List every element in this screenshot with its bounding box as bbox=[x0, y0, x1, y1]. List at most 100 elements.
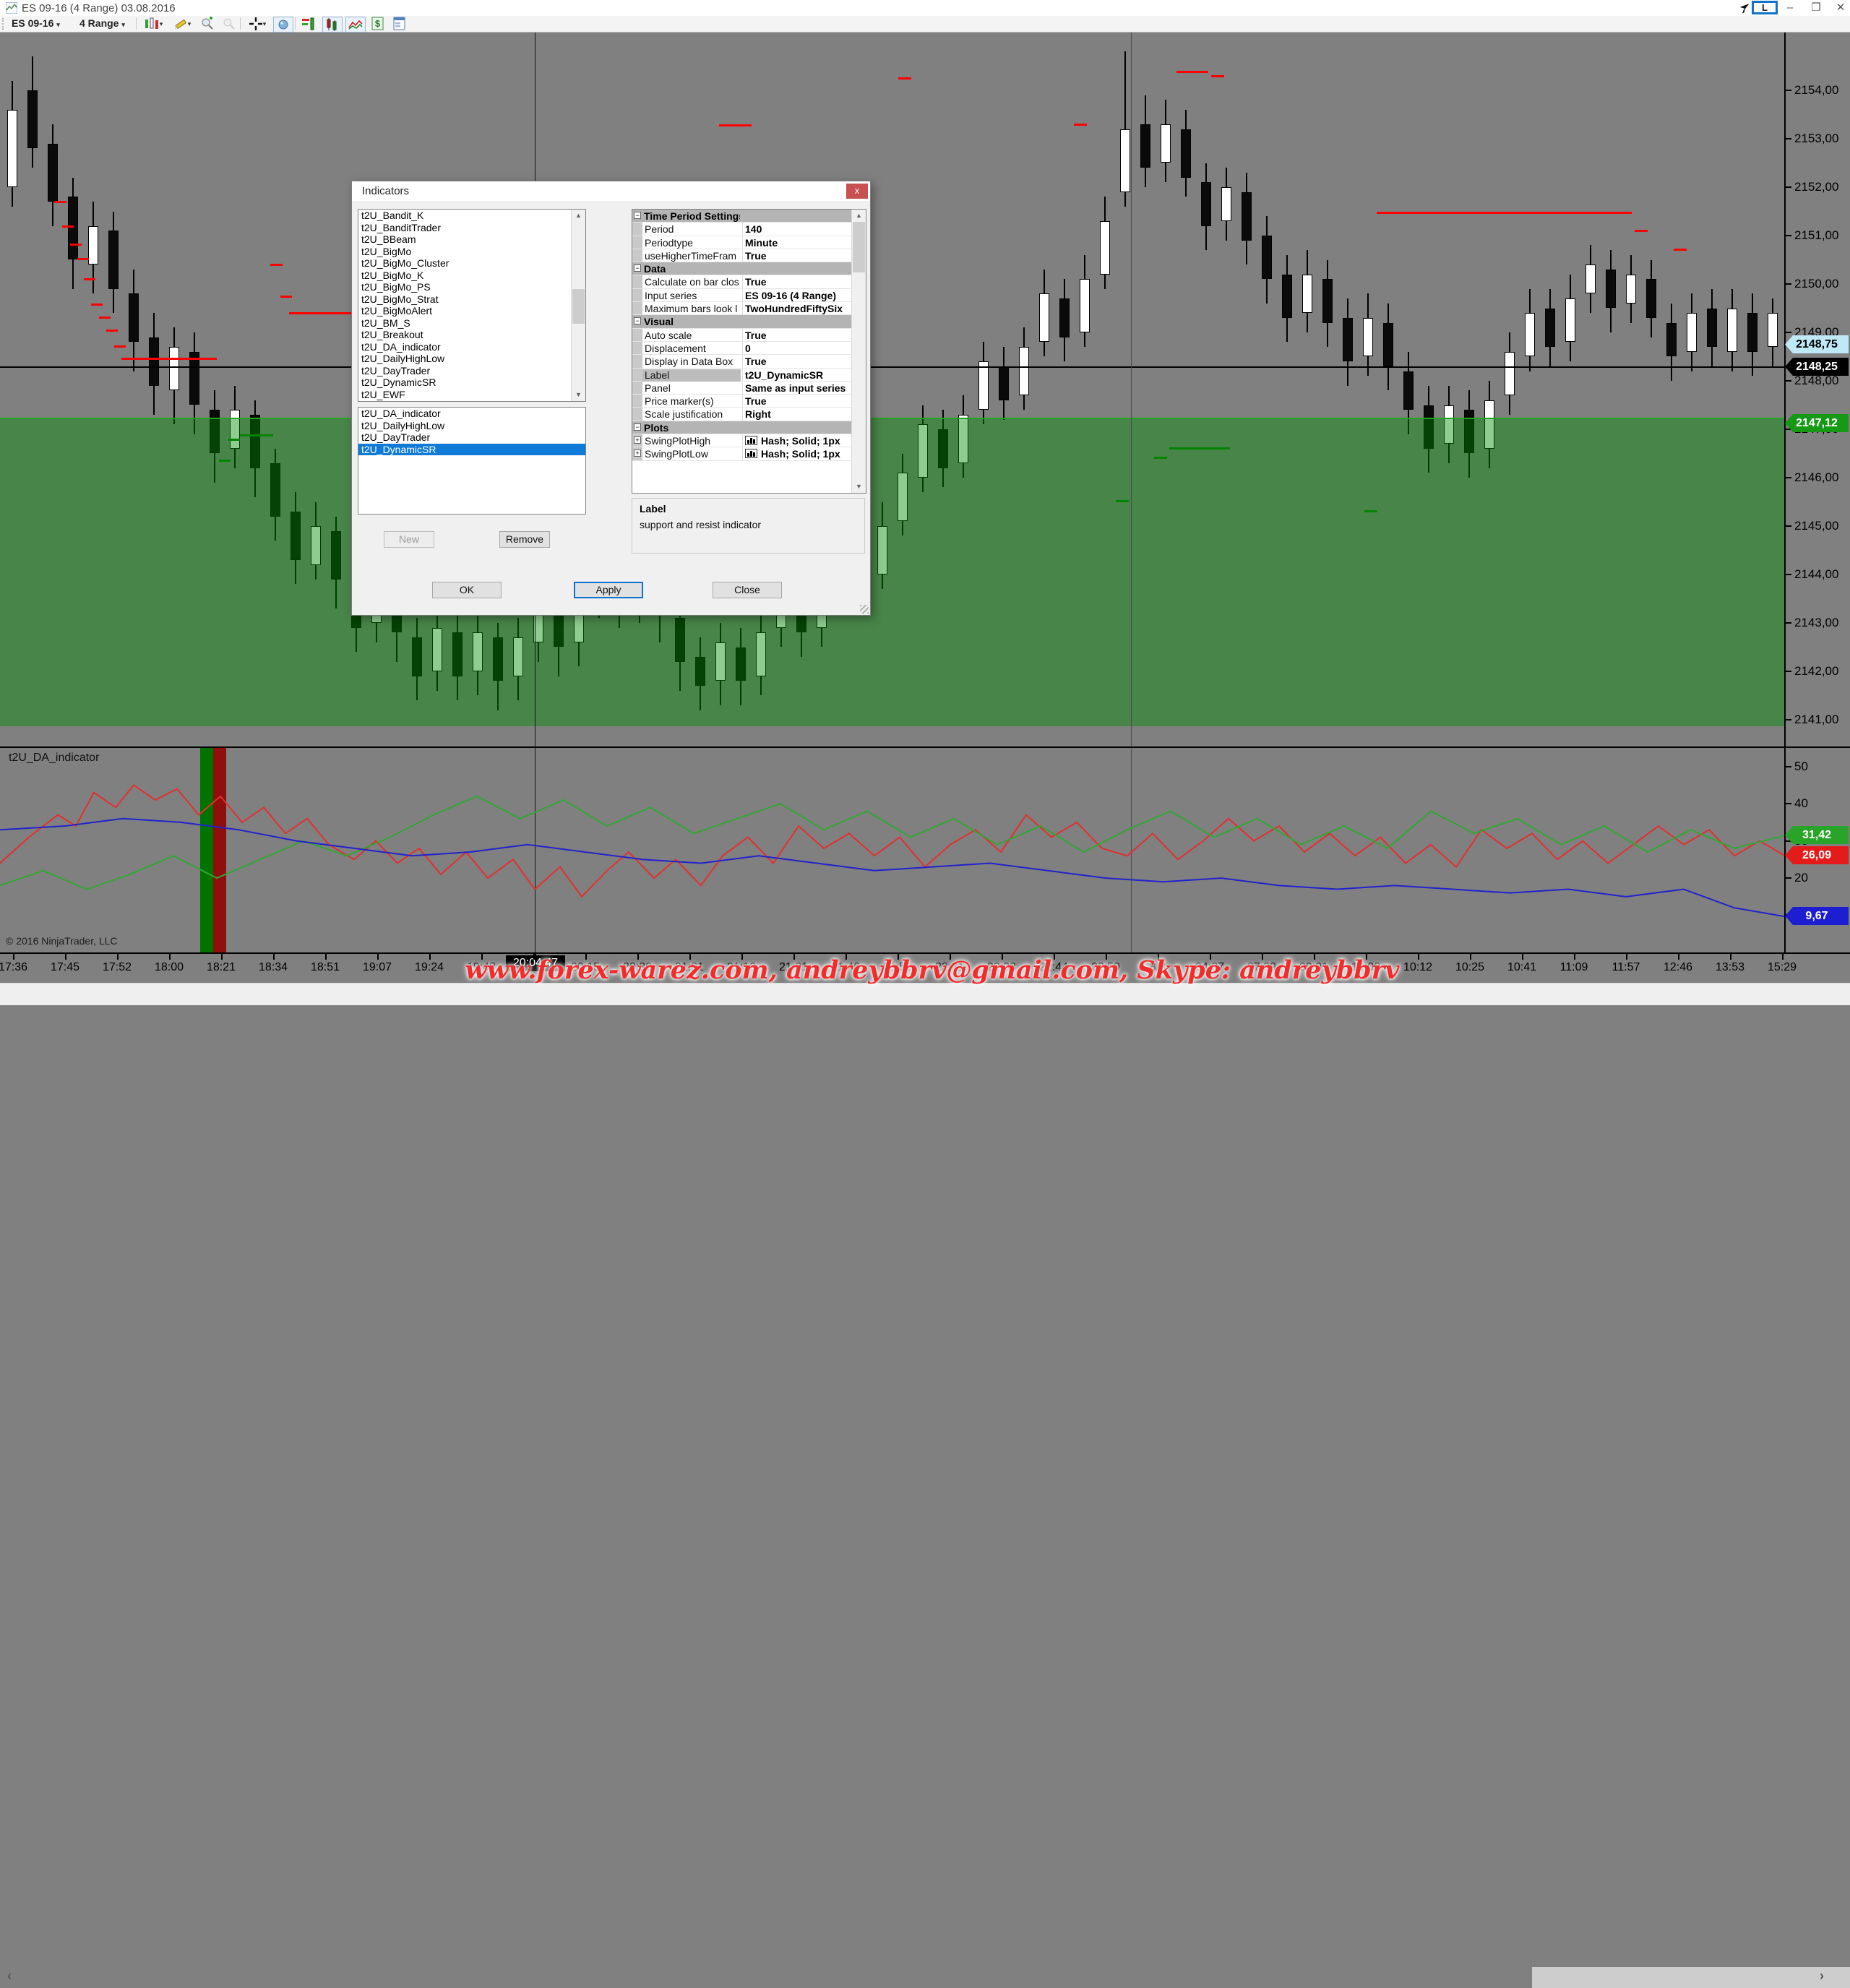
close-window-icon[interactable]: ✕ bbox=[1830, 0, 1850, 15]
expand-icon[interactable]: + bbox=[634, 436, 641, 444]
data-grid-button[interactable] bbox=[390, 17, 409, 31]
candle bbox=[1201, 182, 1211, 225]
property-row[interactable]: Labelt2U_DynamicSR bbox=[632, 369, 851, 382]
selected-indicator-item[interactable]: t2U_DailyHighLow bbox=[358, 420, 585, 432]
collapse-icon[interactable]: − bbox=[634, 423, 641, 431]
chevron-down-icon: ▾ bbox=[56, 21, 60, 28]
toolbar-grip[interactable] bbox=[2, 18, 7, 30]
account-dollar-button[interactable]: $ bbox=[369, 17, 387, 31]
property-row[interactable]: useHigherTimeFramTrue bbox=[632, 249, 851, 262]
dialog-close-button[interactable]: x bbox=[846, 184, 868, 199]
dialog-titlebar[interactable]: Indicators bbox=[352, 181, 870, 201]
indicator-list-item[interactable]: t2U_BigMoAlert bbox=[358, 305, 585, 317]
available-indicators-list[interactable]: t2U_Bandit_Kt2U_BanditTradert2U_BBeamt2U… bbox=[358, 209, 586, 402]
panel-separator[interactable] bbox=[0, 746, 1850, 748]
property-row[interactable]: PanelSame as input series bbox=[632, 382, 851, 395]
new-button[interactable]: New bbox=[384, 531, 434, 548]
close-button[interactable]: Close bbox=[713, 582, 782, 598]
grid-scrollbar[interactable]: ▲ ▼ bbox=[851, 210, 866, 493]
property-row[interactable]: PeriodtypeMinute bbox=[632, 236, 851, 249]
indicator-list-item[interactable]: t2U_DynamicSR bbox=[358, 376, 585, 389]
property-row[interactable]: Calculate on bar closTrue bbox=[632, 275, 851, 288]
apply-button[interactable]: Apply bbox=[574, 582, 643, 598]
property-row[interactable]: Price marker(s)True bbox=[632, 395, 851, 408]
candle bbox=[1322, 279, 1333, 322]
property-description-text: support and resist indicator bbox=[640, 519, 761, 530]
chart-trader-button[interactable] bbox=[299, 17, 318, 31]
selected-indicators-list[interactable]: t2U_DA_indicatort2U_DailyHighLowt2U_DayT… bbox=[358, 407, 586, 515]
window-titlebar[interactable]: ES 09-16 (4 Range) 03.08.2016 L – ❐ ✕ bbox=[0, 0, 1850, 17]
property-row[interactable]: Maximum bars look lTwoHundredFiftySix bbox=[632, 302, 851, 315]
drawing-tools-button[interactable]: ▾ bbox=[169, 17, 195, 31]
scroll-right-icon[interactable]: › bbox=[1820, 1968, 1824, 1984]
indicator-list-item[interactable]: t2U_EWF bbox=[358, 389, 585, 401]
scroll-down-icon[interactable]: ▼ bbox=[852, 481, 866, 493]
indicator-list-item[interactable]: t2U_Breakout bbox=[358, 329, 585, 341]
indicator-panel-label: t2U_DA_indicator bbox=[9, 752, 99, 765]
zoom-out-button[interactable] bbox=[220, 17, 238, 31]
period-selector[interactable]: 4 Range ▾ bbox=[77, 17, 128, 30]
indicator-list-item[interactable]: t2U_DailyHighLow bbox=[358, 353, 585, 365]
collapse-icon[interactable]: − bbox=[634, 317, 641, 324]
property-row[interactable]: Displacement0 bbox=[632, 342, 851, 355]
list-scrollbar[interactable]: ▲ ▼ bbox=[571, 210, 585, 401]
price-tick-label: 2153,00 bbox=[1794, 132, 1838, 146]
indicator-list-item[interactable]: t2U_BM_S bbox=[358, 317, 585, 330]
chart-bars-button[interactable] bbox=[322, 17, 343, 33]
data-box-button[interactable] bbox=[273, 17, 293, 33]
collapse-icon[interactable]: − bbox=[634, 212, 641, 219]
chart-overlay-button[interactable] bbox=[345, 17, 366, 33]
scroll-down-icon[interactable]: ▼ bbox=[572, 389, 585, 401]
candle bbox=[1505, 352, 1515, 395]
chart-style-button[interactable]: ▾ bbox=[140, 17, 166, 31]
price-tick bbox=[1786, 332, 1791, 333]
indicator-list-item[interactable]: t2U_BigMo_K bbox=[358, 270, 585, 282]
indicator-list-item[interactable]: t2U_DayTrader bbox=[358, 365, 585, 377]
property-row[interactable]: +SwingPlotLowHash; Solid; 1px bbox=[632, 447, 851, 460]
indicator-list-item[interactable]: t2U_BBeam bbox=[358, 233, 585, 246]
property-row[interactable]: Auto scaleTrue bbox=[632, 329, 851, 342]
expand-icon[interactable]: + bbox=[634, 449, 641, 457]
scrollbar-thumb[interactable] bbox=[853, 222, 865, 272]
candle bbox=[7, 110, 17, 187]
restore-icon[interactable]: ❐ bbox=[1805, 0, 1827, 15]
indicator-list-item[interactable]: t2U_BigMo_Cluster bbox=[358, 257, 585, 270]
indicator-list-item[interactable]: t2U_BigMo_Strat bbox=[358, 293, 585, 306]
indicator-list-item[interactable]: t2U_DA_indicator bbox=[358, 341, 585, 353]
property-row[interactable]: Display in Data BoxTrue bbox=[632, 355, 851, 368]
indicator-list-item[interactable]: t2U_Bandit_K bbox=[358, 210, 585, 222]
property-section-row[interactable]: −Data bbox=[632, 262, 851, 275]
zoom-in-button[interactable] bbox=[198, 17, 217, 31]
property-section-row[interactable]: −Visual bbox=[632, 315, 851, 328]
scrollbar-track[interactable] bbox=[1532, 1967, 1850, 1988]
scroll-up-icon[interactable]: ▲ bbox=[852, 210, 866, 222]
indicator-list-item[interactable]: t2U_BigMo bbox=[358, 246, 585, 258]
remove-button[interactable]: Remove bbox=[499, 531, 550, 548]
collapse-icon[interactable]: − bbox=[634, 264, 641, 272]
property-row[interactable]: Input seriesES 09-16 (4 Range) bbox=[632, 289, 851, 302]
property-row[interactable]: Scale justificationRight bbox=[632, 408, 851, 421]
property-label: Period bbox=[645, 223, 674, 235]
resize-grip[interactable] bbox=[860, 605, 869, 614]
horizontal-scrollbar[interactable]: ‹ › bbox=[0, 983, 1850, 1005]
property-row[interactable]: +SwingPlotHighHash; Solid; 1px bbox=[632, 434, 851, 447]
scroll-up-icon[interactable]: ▲ bbox=[572, 210, 585, 222]
ok-button[interactable]: OK bbox=[432, 582, 502, 598]
property-row[interactable]: Period140 bbox=[632, 223, 851, 236]
crosshair-button[interactable]: ▾ bbox=[244, 17, 270, 31]
instrument-selector[interactable]: ES 09-16 ▾ bbox=[9, 17, 63, 30]
selected-indicator-item[interactable]: t2U_DA_indicator bbox=[358, 408, 585, 420]
indicator-properties-grid[interactable]: −Time Period SettingsPeriod140Periodtype… bbox=[632, 209, 866, 494]
indicator-list-item[interactable]: t2U_BanditTrader bbox=[358, 222, 585, 234]
scroll-left-icon[interactable]: ‹ bbox=[7, 1968, 12, 1984]
price-tick bbox=[1786, 138, 1791, 139]
property-section-row[interactable]: −Time Period Settings bbox=[632, 210, 851, 223]
selected-indicator-item[interactable]: t2U_DynamicSR bbox=[358, 444, 585, 456]
link-button[interactable]: L bbox=[1752, 1, 1778, 14]
scrollbar-thumb[interactable] bbox=[572, 289, 585, 324]
property-section-row[interactable]: −Plots bbox=[632, 421, 851, 434]
minimize-icon[interactable]: – bbox=[1779, 0, 1801, 15]
time-tick bbox=[65, 954, 66, 960]
indicator-list-item[interactable]: t2U_BigMo_PS bbox=[358, 281, 585, 293]
selected-indicator-item[interactable]: t2U_DayTrader bbox=[358, 431, 585, 444]
